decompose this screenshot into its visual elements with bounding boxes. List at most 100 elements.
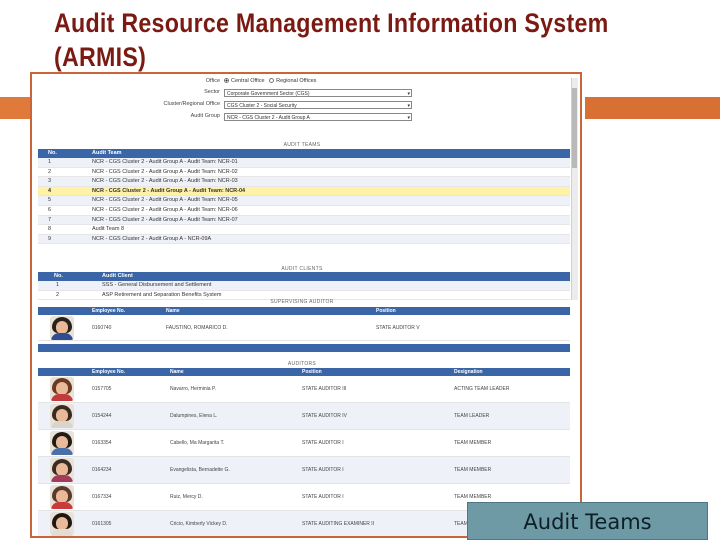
table-row[interactable]: 4 NCR - CGS Cluster 2 - Audit Group A - A… (38, 186, 570, 197)
table-row[interactable]: 5 NCR - CGS Cluster 2 - Audit Group A - A… (38, 196, 570, 206)
row-audit-team: NCR - CGS Cluster 2 - Audit Group A - NC… (92, 235, 212, 242)
chevron-down-icon: ▾ (407, 103, 410, 109)
supervising-auditor-header: Employee No. Name Position (38, 307, 570, 315)
avatar-body (51, 502, 73, 509)
row-audit-client: SSS - General Disbursement and Settlemen… (102, 282, 212, 288)
table-row[interactable]: 6 NCR - CGS Cluster 2 - Audit Group A - A… (38, 206, 570, 216)
row-employee-no: 0163354 (92, 440, 112, 446)
sector-select[interactable]: Corporate Government Sector (CGS) ▾ (224, 89, 412, 97)
col-header-name: Name (166, 308, 180, 314)
col-header-audit-team: Audit Team (92, 150, 122, 156)
cluster-select[interactable]: CGS Cluster 2 - Social Security ▾ (224, 101, 412, 109)
cluster-row: Cluster/Regional Office CGS Cluster 2 - … (132, 100, 432, 110)
table-row[interactable]: 0154244 Dalumpines, Elena L. STATE AUDITOR… (38, 403, 570, 430)
table-row[interactable]: 0157705 Navarro, Herminia P. STATE AUDITOR… (38, 376, 570, 403)
col-header-position: Position (376, 308, 396, 314)
accent-bar-right (582, 97, 720, 119)
table-row[interactable]: 8 Audit Team 8 (38, 225, 570, 235)
group-select[interactable]: NCR - CGS Cluster 2 - Audit Group A ▾ (224, 113, 412, 121)
row-position: STATE AUDITOR V (376, 324, 420, 331)
slide-title-line2: (ARMIS) (54, 42, 147, 72)
auditors-header: Employee No. Name Position Designation (38, 368, 570, 376)
row-no: 3 (48, 178, 52, 185)
photo-cell (38, 512, 86, 536)
audit-teams-grid: No. Audit Team 1 NCR - CGS Cluster 2 - Au… (38, 149, 570, 245)
col-header-name: Name (170, 369, 184, 375)
office-label: Office (205, 78, 220, 84)
row-employee-no: 0161305 (92, 521, 112, 527)
row-position: STATE AUDITING EXAMINER II (302, 521, 375, 527)
armis-screenshot: Office Central Office Regional Offices S… (30, 72, 582, 538)
row-designation: TEAM LEADER (454, 413, 490, 419)
row-name: Evangelista, Bernadette G. (170, 467, 230, 473)
scrollbar-thumb[interactable] (572, 88, 577, 168)
chevron-down-icon: ▾ (407, 115, 410, 121)
sector-row: Sector Corporate Government Sector (CGS)… (132, 88, 432, 98)
row-position: STATE AUDITOR I (302, 494, 344, 500)
row-designation: TEAM MEMBER (454, 440, 492, 446)
col-header-no: No. (54, 273, 63, 279)
row-employee-no: 0167334 (92, 494, 112, 500)
table-row[interactable]: 7 NCR - CGS Cluster 2 - Audit Group A - A… (38, 215, 570, 226)
table-row[interactable]: 0164234 Evangelista, Bernadette G. STATE A… (38, 457, 570, 484)
table-row[interactable]: 0160740 FAUSTINO, ROMARICO D. STATE AUDITO… (38, 315, 570, 341)
row-name: Cricio, Kimberly Vickey D. (170, 521, 228, 527)
row-audit-client: ASP Retirement and Separation Benefits S… (102, 291, 222, 298)
scrollbar[interactable] (571, 78, 578, 300)
row-designation: TEAM MEMBER (454, 494, 492, 500)
table-row[interactable]: 1 NCR - CGS Cluster 2 - Audit Group A - A… (38, 158, 570, 168)
row-position: STATE AUDITOR III (302, 386, 347, 392)
audit-teams-section-title: AUDIT TEAMS (283, 142, 321, 148)
row-audit-team: NCR - CGS Cluster 2 - Audit Group A - Au… (92, 178, 238, 185)
audit-teams-body: 1 NCR - CGS Cluster 2 - Audit Group A - A… (38, 158, 570, 245)
table-row[interactable]: 1 SSS - General Disbursement and Settleme… (38, 281, 570, 291)
avatar-body (51, 394, 73, 401)
col-header-no: No. (48, 150, 57, 156)
row-audit-team: NCR - CGS Cluster 2 - Audit Group A - Au… (92, 187, 246, 194)
cluster-label: Cluster/Regional Office (163, 101, 220, 107)
table-row[interactable]: 9 NCR - CGS Cluster 2 - Audit Group A - N… (38, 234, 570, 245)
supervising-auditor-table: Employee No. Name Position 0160740 FAUSTI… (38, 307, 570, 352)
table-row[interactable]: 3 NCR - CGS Cluster 2 - Audit Group A - A… (38, 177, 570, 187)
row-audit-team: NCR - CGS Cluster 2 - Audit Group A - Au… (92, 216, 238, 223)
photo-cell (38, 404, 86, 428)
col-header-position: Position (302, 369, 322, 375)
group-label: Audit Group (190, 113, 220, 119)
avatar (50, 377, 74, 401)
avatar (50, 315, 74, 340)
chevron-down-icon: ▾ (407, 91, 410, 97)
audit-clients-header: No. Audit Client (38, 272, 570, 281)
row-audit-team: NCR - CGS Cluster 2 - Audit Group A - Au… (92, 197, 238, 204)
auditors-section-title: AUDITORS (287, 361, 317, 367)
office-radio-regional[interactable]: Regional Offices (269, 78, 316, 84)
accent-bar-left (0, 97, 30, 119)
row-employee-no: 0154244 (92, 413, 112, 419)
avatar (50, 485, 74, 509)
avatar-body (51, 421, 73, 428)
supervising-auditor-section-title: SUPERVISING AUDITOR (270, 299, 334, 305)
row-position: STATE AUDITOR I (302, 440, 344, 446)
row-employee-no: 0157705 (92, 386, 112, 392)
row-audit-team: NCR - CGS Cluster 2 - Audit Group A - Au… (92, 159, 238, 165)
table-row[interactable]: 2 NCR - CGS Cluster 2 - Audit Group A - A… (38, 168, 570, 178)
row-audit-team: Audit Team 8 (92, 226, 125, 233)
sector-label: Sector (204, 89, 220, 95)
office-radio-central[interactable]: Central Office (224, 78, 265, 84)
row-no: 9 (48, 235, 52, 242)
avatar-body (51, 448, 73, 455)
row-audit-team: NCR - CGS Cluster 2 - Audit Group A - Au… (92, 206, 238, 213)
row-no: 5 (48, 197, 52, 204)
col-header-audit-client: Audit Client (102, 273, 133, 279)
row-designation: TEAM MEMBER (454, 467, 492, 473)
table-row[interactable]: 0163354 Cabello, Ma Margarita T. STATE AUD… (38, 430, 570, 457)
row-no: 7 (48, 216, 52, 223)
row-audit-team: NCR - CGS Cluster 2 - Audit Group A - Au… (92, 168, 238, 175)
photo-cell (38, 458, 86, 482)
audit-teams-header: No. Audit Team (38, 149, 570, 158)
row-no: 2 (56, 291, 60, 298)
office-radio-group: Central Office Regional Offices (224, 77, 316, 86)
radio-unselected-icon (269, 78, 275, 84)
col-header-designation: Designation (454, 369, 483, 375)
row-no: 6 (48, 206, 52, 213)
radio-selected-icon (224, 78, 229, 84)
